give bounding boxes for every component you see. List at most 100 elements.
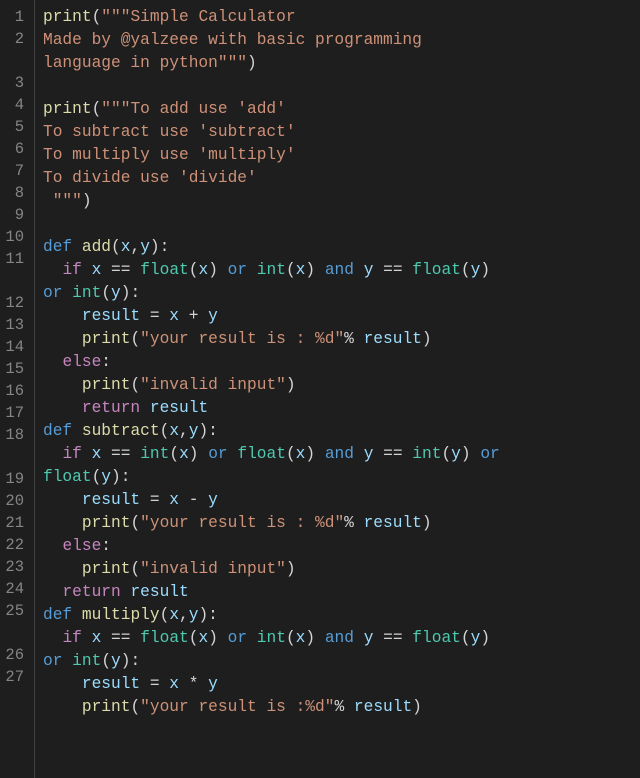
token-op xyxy=(228,445,238,463)
line-number: 17 xyxy=(4,402,24,424)
code-line[interactable]: result = x * y xyxy=(43,673,640,696)
token-op xyxy=(43,560,82,578)
code-line[interactable]: def add(x,y): xyxy=(43,236,640,259)
code-line[interactable]: language in python""") xyxy=(43,52,640,75)
token-def: or xyxy=(480,445,499,463)
token-pun: , xyxy=(179,422,189,440)
code-line[interactable]: def multiply(x,y): xyxy=(43,604,640,627)
token-str: To multiply use 'multiply' xyxy=(43,146,296,164)
token-pun: ) xyxy=(286,560,296,578)
token-id: x xyxy=(198,629,208,647)
code-line[interactable]: else: xyxy=(43,535,640,558)
token-pun: : xyxy=(101,353,111,371)
token-id: x xyxy=(121,238,131,256)
token-id: result xyxy=(43,307,150,325)
code-line[interactable]: result = x - y xyxy=(43,489,640,512)
token-str: "your result is :%d" xyxy=(140,698,334,716)
token-op: % xyxy=(334,698,344,716)
token-type: int xyxy=(257,261,286,279)
token-str: "your result is : %d" xyxy=(140,330,344,348)
token-id: x xyxy=(169,422,179,440)
token-kw: if xyxy=(62,261,81,279)
token-op xyxy=(130,261,140,279)
token-fn: multiply xyxy=(82,606,160,624)
token-pun: ( xyxy=(130,698,140,716)
code-line[interactable]: if x == float(x) or int(x) and y == floa… xyxy=(43,259,640,282)
token-def: or xyxy=(228,629,247,647)
code-line[interactable]: print("invalid input") xyxy=(43,558,640,581)
code-line[interactable]: return result xyxy=(43,397,640,420)
code-line[interactable]: or int(y): xyxy=(43,282,640,305)
line-number xyxy=(4,270,24,292)
line-number xyxy=(4,50,24,72)
token-op xyxy=(43,330,82,348)
token-id: result xyxy=(43,675,150,693)
line-number xyxy=(4,446,24,468)
token-op: = xyxy=(150,675,160,693)
token-id: y xyxy=(198,307,217,325)
line-number: 3 xyxy=(4,72,24,94)
token-pun: ): xyxy=(121,284,140,302)
token-op: + xyxy=(189,307,199,325)
token-op xyxy=(403,629,413,647)
token-id: result xyxy=(354,330,422,348)
token-id: x xyxy=(169,606,179,624)
token-pun: ) xyxy=(305,445,324,463)
token-op: == xyxy=(111,445,130,463)
code-line[interactable]: result = x + y xyxy=(43,305,640,328)
token-id: x xyxy=(160,491,189,509)
code-line[interactable]: if x == float(x) or int(x) and y == floa… xyxy=(43,627,640,650)
code-area[interactable]: print("""Simple CalculatorMade by @yalze… xyxy=(34,0,640,778)
token-def: or xyxy=(208,445,227,463)
token-pun: ( xyxy=(461,261,471,279)
code-line[interactable]: print("your result is : %d"% result) xyxy=(43,328,640,351)
line-number: 20 xyxy=(4,490,24,512)
token-op xyxy=(247,629,257,647)
code-line[interactable]: To multiply use 'multiply' xyxy=(43,144,640,167)
token-op xyxy=(130,629,140,647)
token-str: To subtract use 'subtract' xyxy=(43,123,296,141)
token-type: int xyxy=(257,629,286,647)
token-op xyxy=(62,652,72,670)
token-op: = xyxy=(150,307,160,325)
token-op: - xyxy=(189,491,199,509)
code-line[interactable]: or int(y): xyxy=(43,650,640,673)
token-str: """To add use 'add' xyxy=(101,100,286,118)
token-id: x xyxy=(198,261,208,279)
code-editor[interactable]: 12 34567891011 12131415161718 1920212223… xyxy=(0,0,640,778)
line-number: 19 xyxy=(4,468,24,490)
token-pun: ( xyxy=(111,238,121,256)
code-line[interactable] xyxy=(43,213,640,236)
code-line[interactable]: print("""To add use 'add' xyxy=(43,98,640,121)
token-id: y xyxy=(140,238,150,256)
token-pun: ) xyxy=(461,445,480,463)
token-pun: ) xyxy=(208,261,227,279)
token-kw: if xyxy=(62,629,81,647)
code-line[interactable]: print("your result is :%d"% result) xyxy=(43,696,640,719)
code-line[interactable]: To divide use 'divide' xyxy=(43,167,640,190)
code-line[interactable]: To subtract use 'subtract' xyxy=(43,121,640,144)
code-line[interactable]: Made by @yalzeee with basic programming xyxy=(43,29,640,52)
code-line[interactable]: return result xyxy=(43,581,640,604)
code-line[interactable]: print("your result is : %d"% result) xyxy=(43,512,640,535)
token-def: and xyxy=(325,261,354,279)
code-line[interactable]: print("invalid input") xyxy=(43,374,640,397)
token-op xyxy=(403,445,413,463)
token-str: """ xyxy=(43,192,82,210)
code-line[interactable]: print("""Simple Calculator xyxy=(43,6,640,29)
token-pun: ( xyxy=(286,629,296,647)
code-line[interactable]: def subtract(x,y): xyxy=(43,420,640,443)
line-number: 1 xyxy=(4,6,24,28)
token-str: language in python""" xyxy=(43,54,247,72)
token-pun: ) xyxy=(82,192,92,210)
token-op xyxy=(72,422,82,440)
token-id: y xyxy=(111,652,121,670)
token-pun: ) xyxy=(189,445,208,463)
code-line[interactable]: else: xyxy=(43,351,640,374)
token-type: int xyxy=(412,445,441,463)
token-fn: print xyxy=(82,698,131,716)
code-line[interactable] xyxy=(43,75,640,98)
code-line[interactable]: float(y): xyxy=(43,466,640,489)
code-line[interactable]: """) xyxy=(43,190,640,213)
code-line[interactable]: if x == int(x) or float(x) and y == int(… xyxy=(43,443,640,466)
